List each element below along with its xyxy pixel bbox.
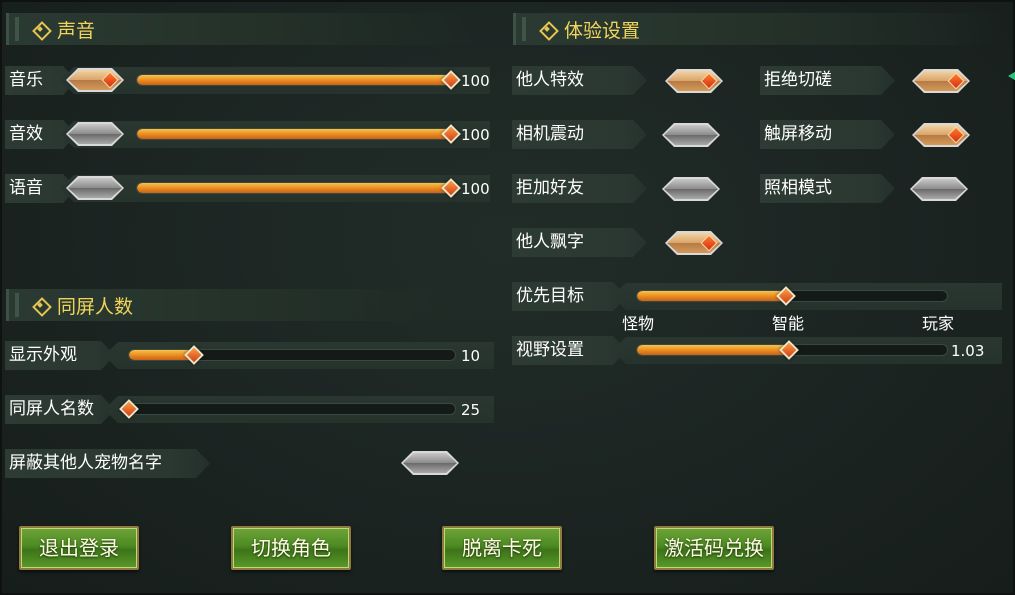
- priority-target-label: 优先目标: [512, 282, 627, 311]
- photo-mode-label: 照相模式: [760, 174, 895, 203]
- display-appearance-value: 10: [461, 347, 481, 365]
- camera-shake-label-text: 相机震动: [516, 124, 584, 144]
- camera-shake-toggle[interactable]: [662, 123, 720, 147]
- view-setting-label-text: 视野设置: [516, 340, 584, 360]
- touch-move-label: 触屏移动: [760, 120, 895, 149]
- diamond-icon: [33, 22, 47, 36]
- others-effects-toggle[interactable]: [665, 69, 723, 93]
- sfx-slider[interactable]: [136, 128, 454, 140]
- name-count-label: 同屏人名数: [5, 395, 115, 424]
- photo-mode-label-text: 照相模式: [764, 178, 832, 198]
- voice-value: 100: [461, 180, 490, 198]
- unstuck-button[interactable]: 脱离卡死: [442, 526, 562, 570]
- refuse-duel-label: 拒绝切磋: [760, 66, 895, 95]
- sound-section-header: 声音: [6, 13, 476, 45]
- sound-section-title: 声音: [57, 19, 96, 42]
- diamond-icon: [540, 22, 554, 36]
- priority-target-label-text: 优先目标: [516, 286, 584, 306]
- sfx-slider-fill: [137, 129, 453, 139]
- sfx-value: 100: [461, 126, 490, 144]
- refuse-duel-label-text: 拒绝切磋: [764, 70, 832, 90]
- camera-shake-label: 相机震动: [512, 120, 647, 149]
- refuse-friends-label: 拒加好友: [512, 174, 647, 203]
- experience-section-header: 体验设置: [513, 13, 1003, 45]
- name-count-value: 25: [461, 401, 481, 419]
- priority-option-player[interactable]: 玩家: [922, 310, 954, 334]
- others-floating-text-toggle[interactable]: [665, 231, 723, 255]
- others-floating-text-label-text: 他人飘字: [516, 232, 584, 252]
- name-count-slider[interactable]: [122, 403, 456, 415]
- experience-section-title: 体验设置: [564, 19, 641, 42]
- priority-option-monster[interactable]: 怪物: [622, 310, 654, 334]
- refuse-friends-label-text: 拒加好友: [516, 178, 584, 198]
- music-slider[interactable]: [136, 74, 454, 86]
- voice-label-text: 语音: [9, 178, 43, 198]
- music-toggle[interactable]: [66, 68, 124, 92]
- redeem-code-button[interactable]: 激活码兑换: [654, 526, 774, 570]
- touch-move-toggle[interactable]: [912, 123, 970, 147]
- hide-pet-names-toggle[interactable]: [401, 451, 459, 475]
- view-setting-value: 1.03: [951, 342, 985, 360]
- view-setting-slider-fill: [637, 345, 789, 355]
- music-slider-fill: [137, 75, 453, 85]
- display-appearance-slider[interactable]: [128, 349, 456, 361]
- hide-pet-names-label-text: 屏蔽其他人宠物名字: [9, 453, 162, 473]
- refuse-friends-toggle[interactable]: [662, 177, 720, 201]
- photo-mode-toggle[interactable]: [910, 177, 968, 201]
- voice-slider-fill: [137, 183, 453, 193]
- others-effects-label: 他人特效: [512, 66, 647, 95]
- switch-role-button[interactable]: 切换角色: [231, 526, 351, 570]
- screen-people-section-header: 同屏人数: [6, 289, 476, 321]
- logout-button[interactable]: 退出登录: [19, 526, 139, 570]
- refuse-duel-toggle[interactable]: [912, 69, 970, 93]
- touch-move-label-text: 触屏移动: [764, 124, 832, 144]
- hide-pet-names-label: 屏蔽其他人宠物名字: [5, 449, 210, 478]
- voice-slider[interactable]: [136, 182, 454, 194]
- sfx-label-text: 音效: [9, 124, 43, 144]
- priority-option-smart[interactable]: 智能: [772, 310, 804, 334]
- display-appearance-label-text: 显示外观: [9, 345, 77, 365]
- others-floating-text-label: 他人飘字: [512, 228, 647, 257]
- music-label-text: 音乐: [9, 70, 43, 90]
- others-effects-label-text: 他人特效: [516, 70, 584, 90]
- screen-people-section-title: 同屏人数: [57, 295, 134, 318]
- display-appearance-label: 显示外观: [5, 341, 115, 370]
- diamond-icon: [33, 298, 47, 312]
- sfx-toggle[interactable]: [66, 122, 124, 146]
- voice-toggle[interactable]: [66, 176, 124, 200]
- music-value: 100: [461, 72, 490, 90]
- view-setting-label: 视野设置: [512, 336, 627, 365]
- name-count-label-text: 同屏人名数: [9, 399, 94, 419]
- priority-target-slider-fill: [637, 291, 786, 301]
